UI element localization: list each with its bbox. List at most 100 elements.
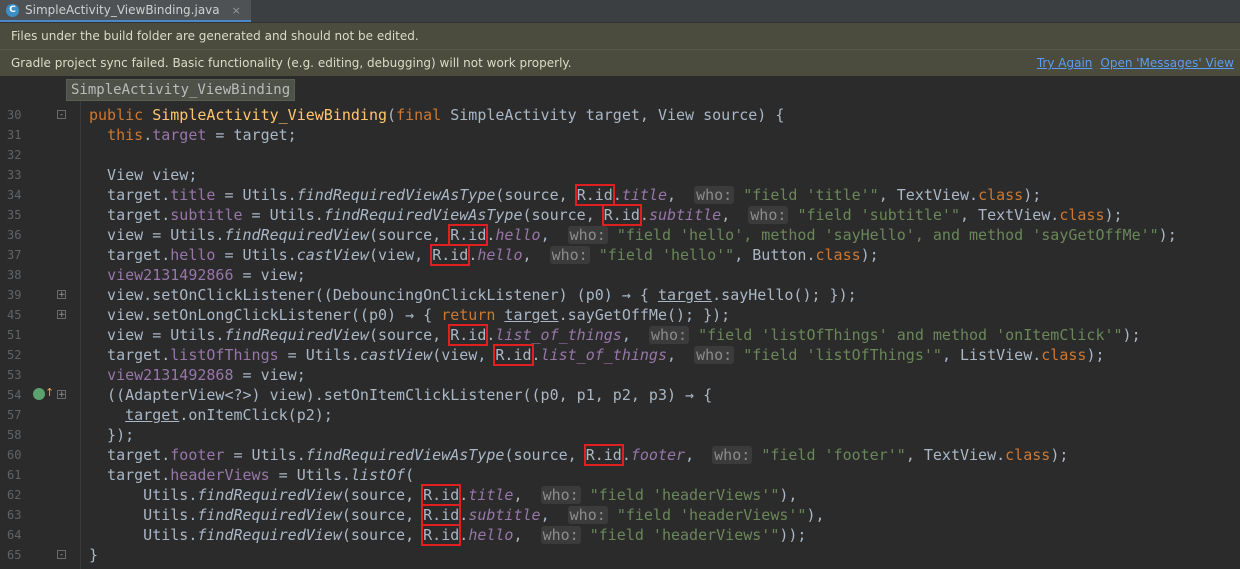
code-line: 32 [0,145,1240,165]
param-hint: who: [648,326,690,344]
line-number: 52 [7,348,22,362]
line-number: 60 [7,448,22,462]
code-line: 64 Utils.findRequiredView(source, R.id.h… [0,524,1240,546]
highlighted-r-id: R.id [574,184,615,206]
code-text: public SimpleActivity_ViewBinding(final … [89,106,785,124]
code-line: 30 - public SimpleActivity_ViewBinding(f… [0,105,1240,125]
close-tab-icon[interactable]: × [232,4,241,17]
code-line: 54 ↑ + ((AdapterView<?>) view).setOnItem… [0,385,1240,405]
code-text: view2131492866 = view; [107,266,306,284]
param-hint: who: [567,506,608,524]
code-line: 31 this.target = target; [0,125,1240,145]
java-class-icon: C [6,3,19,17]
param-hint: who: [567,226,608,244]
override-arrow-icon: ↑ [45,386,55,399]
highlighted-r-id: R.id [421,524,462,546]
highlighted-r-id: R.id [430,244,471,266]
fold-icon[interactable]: - [57,110,66,120]
code-line: 61 target.headerViews = Utils.listOf( [0,465,1240,485]
generated-files-banner: Files under the build folder are generat… [0,23,1240,49]
gradle-sync-message: Gradle project sync failed. Basic functi… [11,56,572,70]
code-text: Utils.findRequiredView(source, R.id.hell… [89,524,807,546]
code-line: 34 target.title = Utils.findRequiredView… [0,184,1240,206]
line-number: 65 [7,548,22,562]
code-line: 36 view = Utils.findRequiredView(source,… [0,224,1240,246]
code-text: this.target = target; [107,126,297,144]
highlighted-r-id: R.id [421,484,462,506]
line-number: 34 [7,188,22,202]
line-number: 64 [7,528,22,542]
breadcrumb-bar: SimpleActivity_ViewBinding [0,77,1240,101]
line-number: 35 [7,208,22,222]
highlighted-r-id: R.id [421,504,462,526]
fold-end-icon[interactable]: - [57,550,66,560]
line-number: 30 [7,108,22,122]
code-text: view = Utils.findRequiredView(source, R.… [89,324,1141,346]
code-editor[interactable]: 30 - public SimpleActivity_ViewBinding(f… [0,103,1240,569]
highlighted-r-id: R.id [583,444,624,466]
line-number: 31 [7,128,22,142]
line-number: 61 [7,468,22,482]
code-text: view = Utils.findRequiredView(source, R.… [89,224,1177,246]
code-line: 37 target.hello = Utils.castView(view, R… [0,244,1240,266]
line-number: 36 [7,228,22,242]
code-line: 58 }); [0,425,1240,445]
code-text: target.listOfThings = Utils.castView(vie… [89,344,1105,366]
line-number: 45 [7,308,22,322]
code-line: 45 + view.setOnLongClickListener((p0) → … [0,305,1240,325]
code-text: target.hello = Utils.castView(view, R.id… [89,244,879,266]
code-line: 52 target.listOfThings = Utils.castView(… [0,344,1240,366]
open-messages-view-link[interactable]: Open 'Messages' View [1100,56,1234,70]
breadcrumb[interactable]: SimpleActivity_ViewBinding [66,79,296,101]
highlighted-r-id: R.id [493,344,534,366]
param-hint: who: [712,446,753,464]
code-text: target.onItemClick(p2); [125,406,333,424]
code-line: 62 Utils.findRequiredView(source, R.id.t… [0,484,1240,506]
editor-tab-bar: C SimpleActivity_ViewBinding.java × [0,0,1240,23]
code-text: view.setOnLongClickListener((p0) → { ret… [89,306,731,324]
param-hint: who: [540,526,581,544]
param-hint: who: [694,346,735,364]
code-text: View view; [89,166,198,184]
code-text: target.title = Utils.findRequiredViewAsT… [89,184,1042,206]
expand-fold-icon[interactable]: + [57,290,66,300]
code-text: target.subtitle = Utils.findRequiredView… [89,204,1123,226]
code-line: 38 view2131492866 = view; [0,265,1240,285]
highlighted-r-id: R.id [601,204,642,226]
expand-fold-icon[interactable]: + [57,390,66,400]
tab-simpleactivity-viewbinding[interactable]: C SimpleActivity_ViewBinding.java × [0,0,251,22]
param-hint: who: [540,486,581,504]
implementation-marker-icon[interactable] [33,388,45,400]
code-text: view2131492868 = view; [107,366,306,384]
code-line: 63 Utils.findRequiredView(source, R.id.s… [0,504,1240,526]
line-number: 53 [7,368,22,382]
line-number: 37 [7,248,22,262]
line-number: 63 [7,508,22,522]
code-text: ((AdapterView<?>) view).setOnItemClickLi… [89,386,713,404]
code-text: Utils.findRequiredView(source, R.id.titl… [89,484,798,506]
code-line: 35 target.subtitle = Utils.findRequiredV… [0,204,1240,226]
param-hint: who: [549,246,590,264]
code-line: 53 view2131492868 = view; [0,365,1240,385]
highlighted-r-id: R.id [448,324,489,346]
code-text: target.footer = Utils.findRequiredViewAs… [89,444,1069,466]
line-number: 32 [7,148,22,162]
line-number: 57 [7,408,22,422]
line-number: 58 [7,428,22,442]
try-again-link[interactable]: Try Again [1037,56,1093,70]
code-text: view.setOnClickListener((DebouncingOnCli… [89,286,857,304]
code-text: Utils.findRequiredView(source, R.id.subt… [89,504,825,526]
code-line: 33 View view; [0,165,1240,185]
line-number: 51 [7,328,22,342]
code-text: target.headerViews = Utils.listOf( [89,466,415,484]
line-number: 39 [7,288,22,302]
generated-files-message: Files under the build folder are generat… [11,29,419,43]
code-line: 39 + view.setOnClickListener((Debouncing… [0,285,1240,305]
expand-fold-icon[interactable]: + [57,310,66,320]
code-line: 65 - } [0,545,1240,565]
highlighted-r-id: R.id [448,224,489,246]
code-text: }); [89,426,135,444]
code-line: 51 view = Utils.findRequiredView(source,… [0,324,1240,346]
param-hint: who: [748,206,789,224]
code-line: 57 target.onItemClick(p2); [0,405,1240,425]
